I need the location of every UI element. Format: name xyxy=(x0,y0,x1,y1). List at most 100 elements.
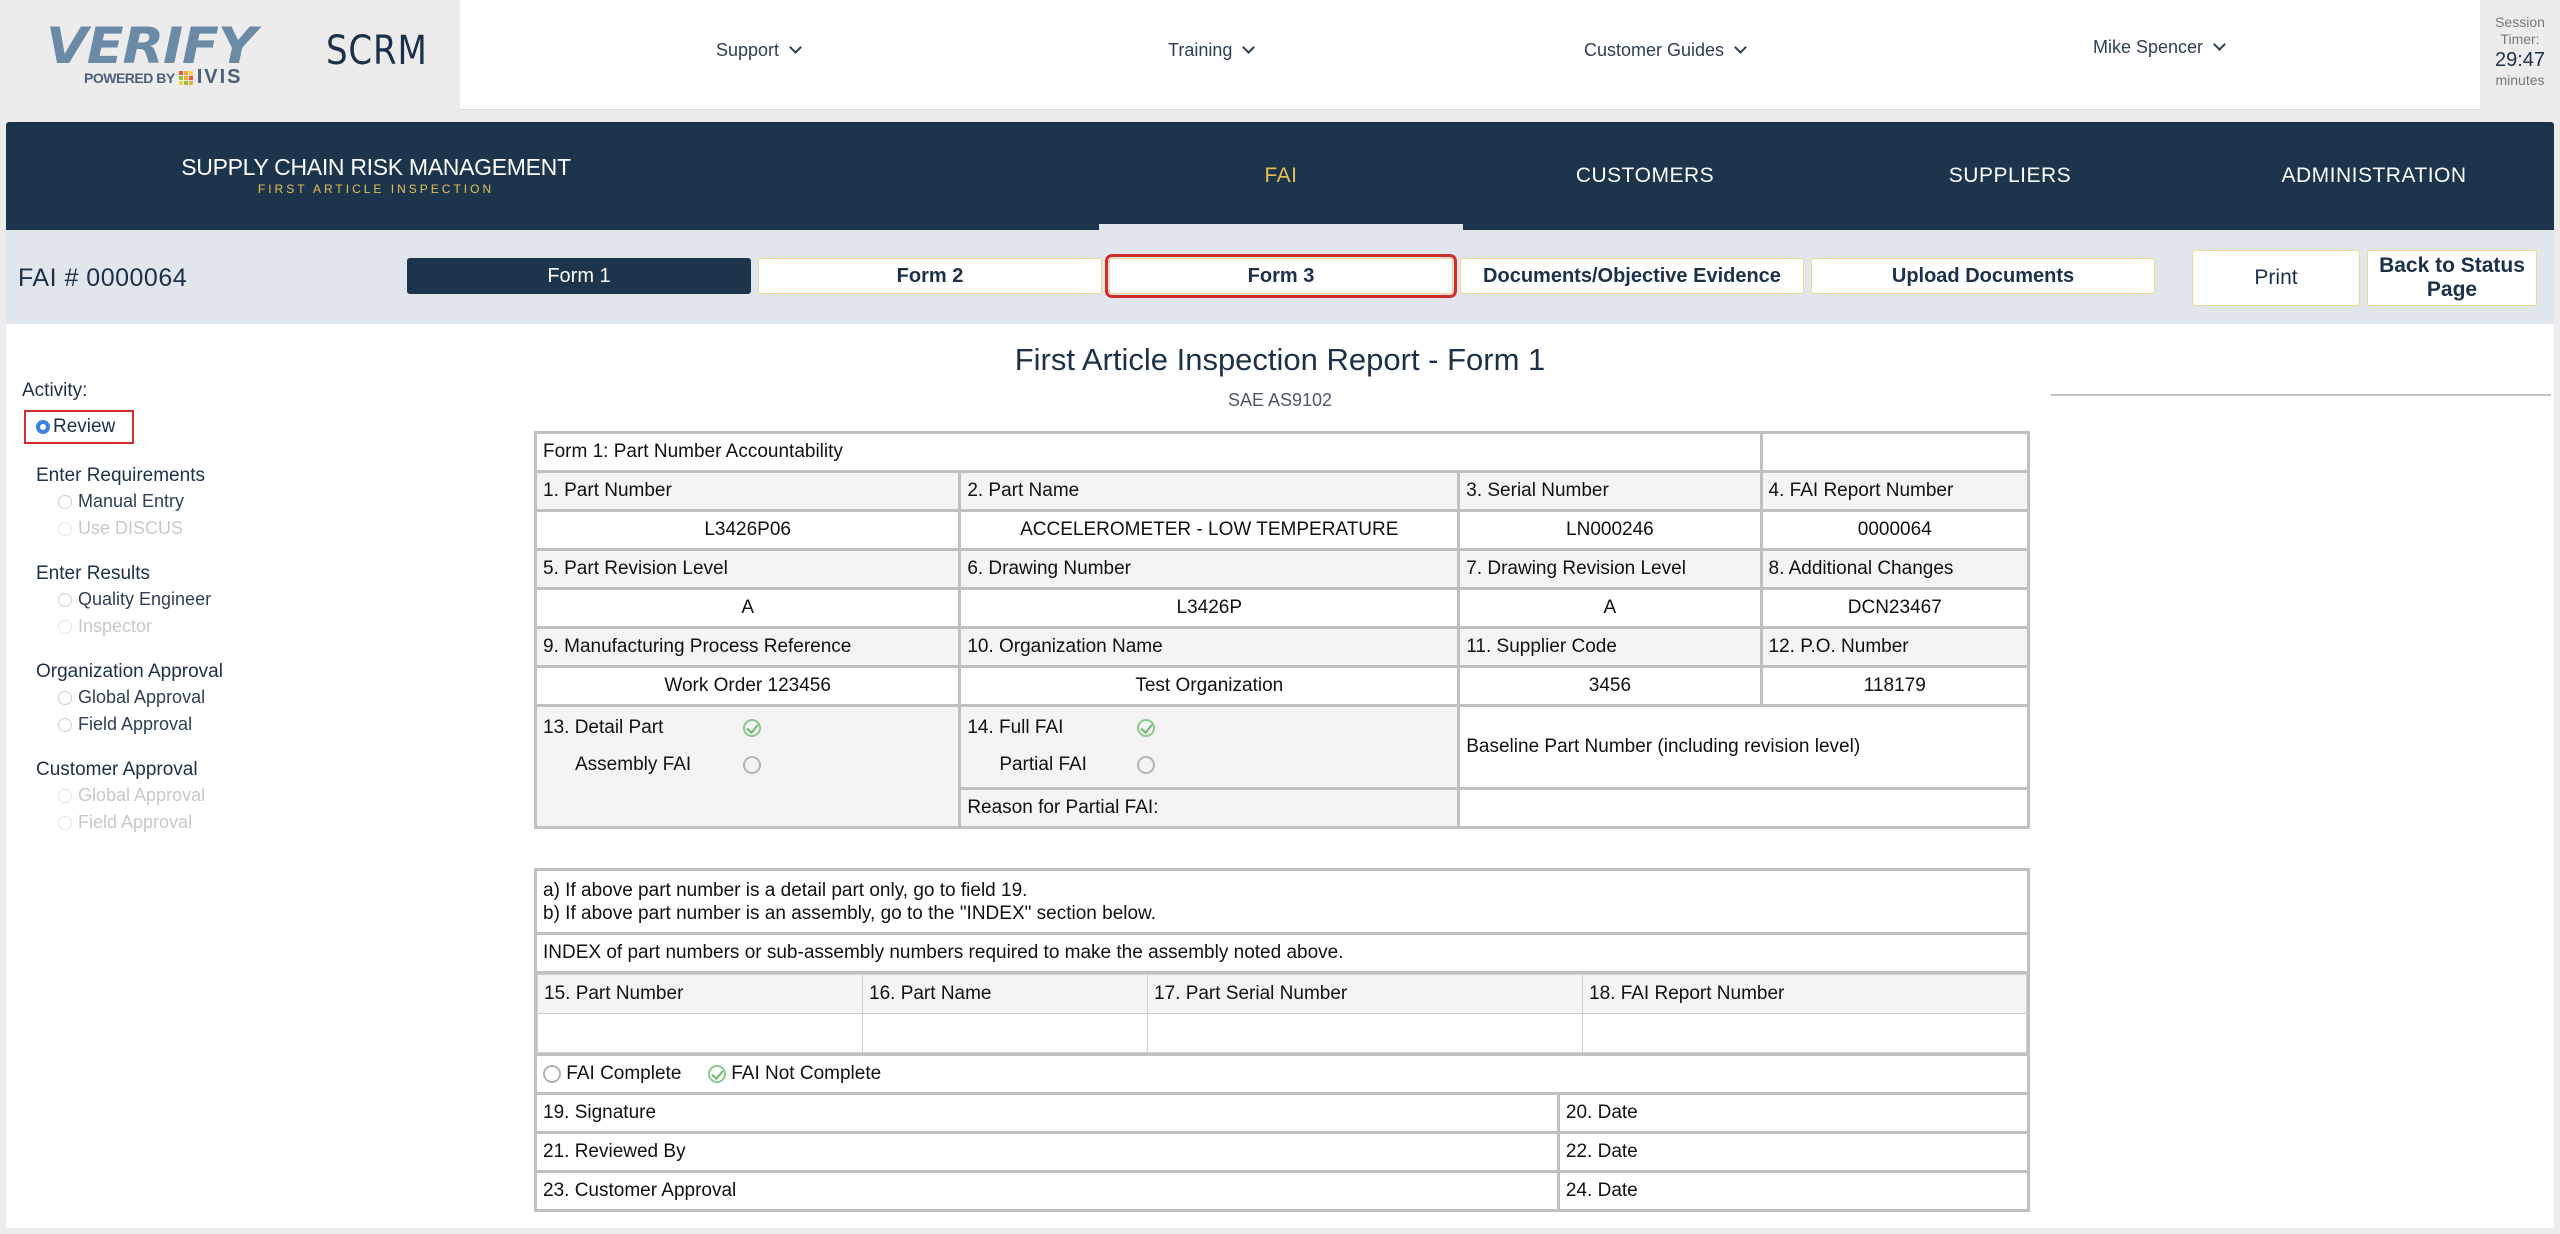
option-manual-entry[interactable]: Manual Entry xyxy=(58,488,302,515)
baseline-label: Baseline Part Number (including revision… xyxy=(1466,736,1861,757)
verify-logo[interactable]: VERIFY POWERED BY IVIS xyxy=(46,18,276,88)
nav-training-label: Training xyxy=(1168,40,1233,60)
main-tab-fai[interactable]: FAI xyxy=(1099,122,1463,230)
nav-training[interactable]: Training xyxy=(1168,40,1256,61)
section-title: Form 1: Part Number Accountability xyxy=(534,431,1763,473)
nav-customer-guides[interactable]: Customer Guides xyxy=(1584,40,1747,61)
organization-name-value: Test Organization xyxy=(958,665,1461,707)
part-name-value: ACCELEROMETER - LOW TEMPERATURE xyxy=(958,509,1461,551)
assembly-fai-label: Assembly FAI xyxy=(575,754,692,775)
tab-documents-evidence[interactable]: Documents/Objective Evidence xyxy=(1460,258,1804,294)
ivis-text: IVIS xyxy=(196,66,243,88)
timer-unit: minutes xyxy=(2495,72,2545,88)
index-table: 15. Part Number 16. Part Name 17. Part S… xyxy=(537,974,2027,1053)
radio-icon xyxy=(58,717,72,732)
supplier-code-value: 3456 xyxy=(1457,665,1763,707)
print-button[interactable]: Print xyxy=(2192,250,2360,306)
reason-partial-fai-label: Reason for Partial FAI: xyxy=(958,787,1461,829)
main-tab-customers[interactable]: CUSTOMERS xyxy=(1463,122,1827,230)
field-label: 9. Manufacturing Process Reference xyxy=(533,626,962,668)
group-customer-approval: Customer Approval Global Approval Field … xyxy=(36,758,302,836)
option-quality-engineer[interactable]: Quality Engineer xyxy=(58,586,302,613)
ivis-grid-icon xyxy=(178,70,193,85)
nav-support[interactable]: Support xyxy=(716,40,802,61)
radio-empty-icon[interactable] xyxy=(743,756,761,774)
tab-form-3[interactable]: Form 3 xyxy=(1105,254,1457,298)
field-label: 11. Supplier Code xyxy=(1457,626,1763,668)
section-title-blank xyxy=(1759,431,2031,473)
main-nav: SUPPLY CHAIN RISK MANAGEMENT FIRST ARTIC… xyxy=(6,122,2554,230)
assembly-fai-row: Assembly FAI xyxy=(543,743,952,787)
brand-area: VERIFY POWERED BY IVIS SCRM xyxy=(0,0,460,110)
index-signature-table: a) If above part number is a detail part… xyxy=(534,868,2031,1212)
full-fai-row: 14. Full FAI xyxy=(967,713,1451,743)
field-label: 2. Part Name xyxy=(958,470,1461,512)
report-title: First Article Inspection Report - Form 1 xyxy=(1014,342,1546,377)
index-cell xyxy=(862,1013,1148,1053)
index-cell xyxy=(1147,1013,1583,1053)
index-col-header: 18. FAI Report Number xyxy=(1582,974,2027,1014)
nav-support-label: Support xyxy=(716,40,780,60)
field-label: 10. Organization Name xyxy=(958,626,1461,668)
back-label-2: Page xyxy=(2426,278,2478,301)
index-col-header: 16. Part Name xyxy=(862,974,1148,1014)
main-tab-suppliers[interactable]: SUPPLIERS xyxy=(1828,122,2192,230)
check-circle-icon[interactable] xyxy=(743,719,761,737)
partial-fai-label: Partial FAI xyxy=(999,754,1087,775)
check-circle-icon[interactable] xyxy=(1137,719,1156,737)
session-timer: Session Timer: 29:47 minutes xyxy=(2480,0,2560,110)
part-accountability-table: Form 1: Part Number Accountability 1. Pa… xyxy=(533,431,2031,829)
report-header: First Article Inspection Report - Form 1… xyxy=(6,342,2554,411)
nav-customer-guides-label: Customer Guides xyxy=(1584,40,1725,60)
option-org-global-approval[interactable]: Global Approval xyxy=(58,684,302,711)
back-to-status-button[interactable]: Back to Status Page xyxy=(2367,250,2537,306)
option-label: Global Approval xyxy=(78,785,206,805)
index-title: INDEX of part numbers or sub-assembly nu… xyxy=(534,932,2030,974)
chevron-down-icon xyxy=(2213,38,2226,51)
option-label: Quality Engineer xyxy=(78,589,212,609)
option-org-field-approval[interactable]: Field Approval xyxy=(58,711,302,738)
full-fai-label: 14. Full FAI xyxy=(967,717,1064,738)
user-menu[interactable]: Mike Spencer xyxy=(2093,37,2226,58)
field-label: 1. Part Number xyxy=(533,470,962,512)
check-circle-icon[interactable] xyxy=(707,1064,726,1083)
module-title-sub: FIRST ARTICLE INSPECTION xyxy=(257,182,495,196)
module-title-main: SUPPLY CHAIN RISK MANAGEMENT xyxy=(181,154,571,180)
radio-icon xyxy=(58,815,72,830)
review-label: Review xyxy=(53,416,116,437)
field-label: 8. Additional Changes xyxy=(1759,548,2031,590)
radio-icon xyxy=(58,690,72,705)
radio-empty-icon[interactable] xyxy=(543,1064,561,1083)
customer-approval-date-label: 24. Date xyxy=(1556,1170,2031,1212)
user-name: Mike Spencer xyxy=(2093,37,2204,57)
activity-sidebar: Activity: Review Enter Requirements Manu… xyxy=(22,380,302,836)
drawing-revision-value: A xyxy=(1457,587,1763,629)
activity-review-radio[interactable]: Review xyxy=(24,410,134,444)
top-bar: VERIFY POWERED BY IVIS SCRM Support Trai… xyxy=(0,0,2560,110)
option-cust-field-approval: Field Approval xyxy=(58,809,302,836)
detail-part-label: 13. Detail Part xyxy=(543,717,664,738)
detail-part-row: 13. Detail Part xyxy=(543,713,952,743)
mfg-process-value: Work Order 123456 xyxy=(533,665,962,707)
field-label: 7. Drawing Revision Level xyxy=(1457,548,1763,590)
logo-powered-by: POWERED BY IVIS xyxy=(84,66,242,89)
option-label: Field Approval xyxy=(78,812,193,832)
customer-approval-label: 23. Customer Approval xyxy=(534,1170,1560,1212)
instructions-cell: a) If above part number is a detail part… xyxy=(534,868,2030,935)
reviewed-by-label: 21. Reviewed By xyxy=(534,1131,1560,1173)
radio-empty-icon[interactable] xyxy=(1137,756,1156,774)
powered-by-text: POWERED BY xyxy=(84,69,175,86)
group-title: Enter Results xyxy=(36,563,151,584)
reason-partial-fai-value xyxy=(1457,787,2030,829)
option-inspector: Inspector xyxy=(58,613,302,640)
tab-upload-documents[interactable]: Upload Documents xyxy=(1811,258,2155,294)
signature-label: 19. Signature xyxy=(534,1092,1560,1134)
tab-form-2[interactable]: Form 2 xyxy=(758,258,1102,294)
tab-form-1[interactable]: Form 1 xyxy=(407,258,751,294)
instruction-a: a) If above part number is a detail part… xyxy=(543,879,1028,901)
field-label: 5. Part Revision Level xyxy=(533,548,962,590)
radio-icon xyxy=(58,521,72,536)
index-col-header: 17. Part Serial Number xyxy=(1147,974,1583,1014)
option-label: Global Approval xyxy=(78,687,206,707)
main-tab-administration[interactable]: ADMINISTRATION xyxy=(2192,122,2556,230)
